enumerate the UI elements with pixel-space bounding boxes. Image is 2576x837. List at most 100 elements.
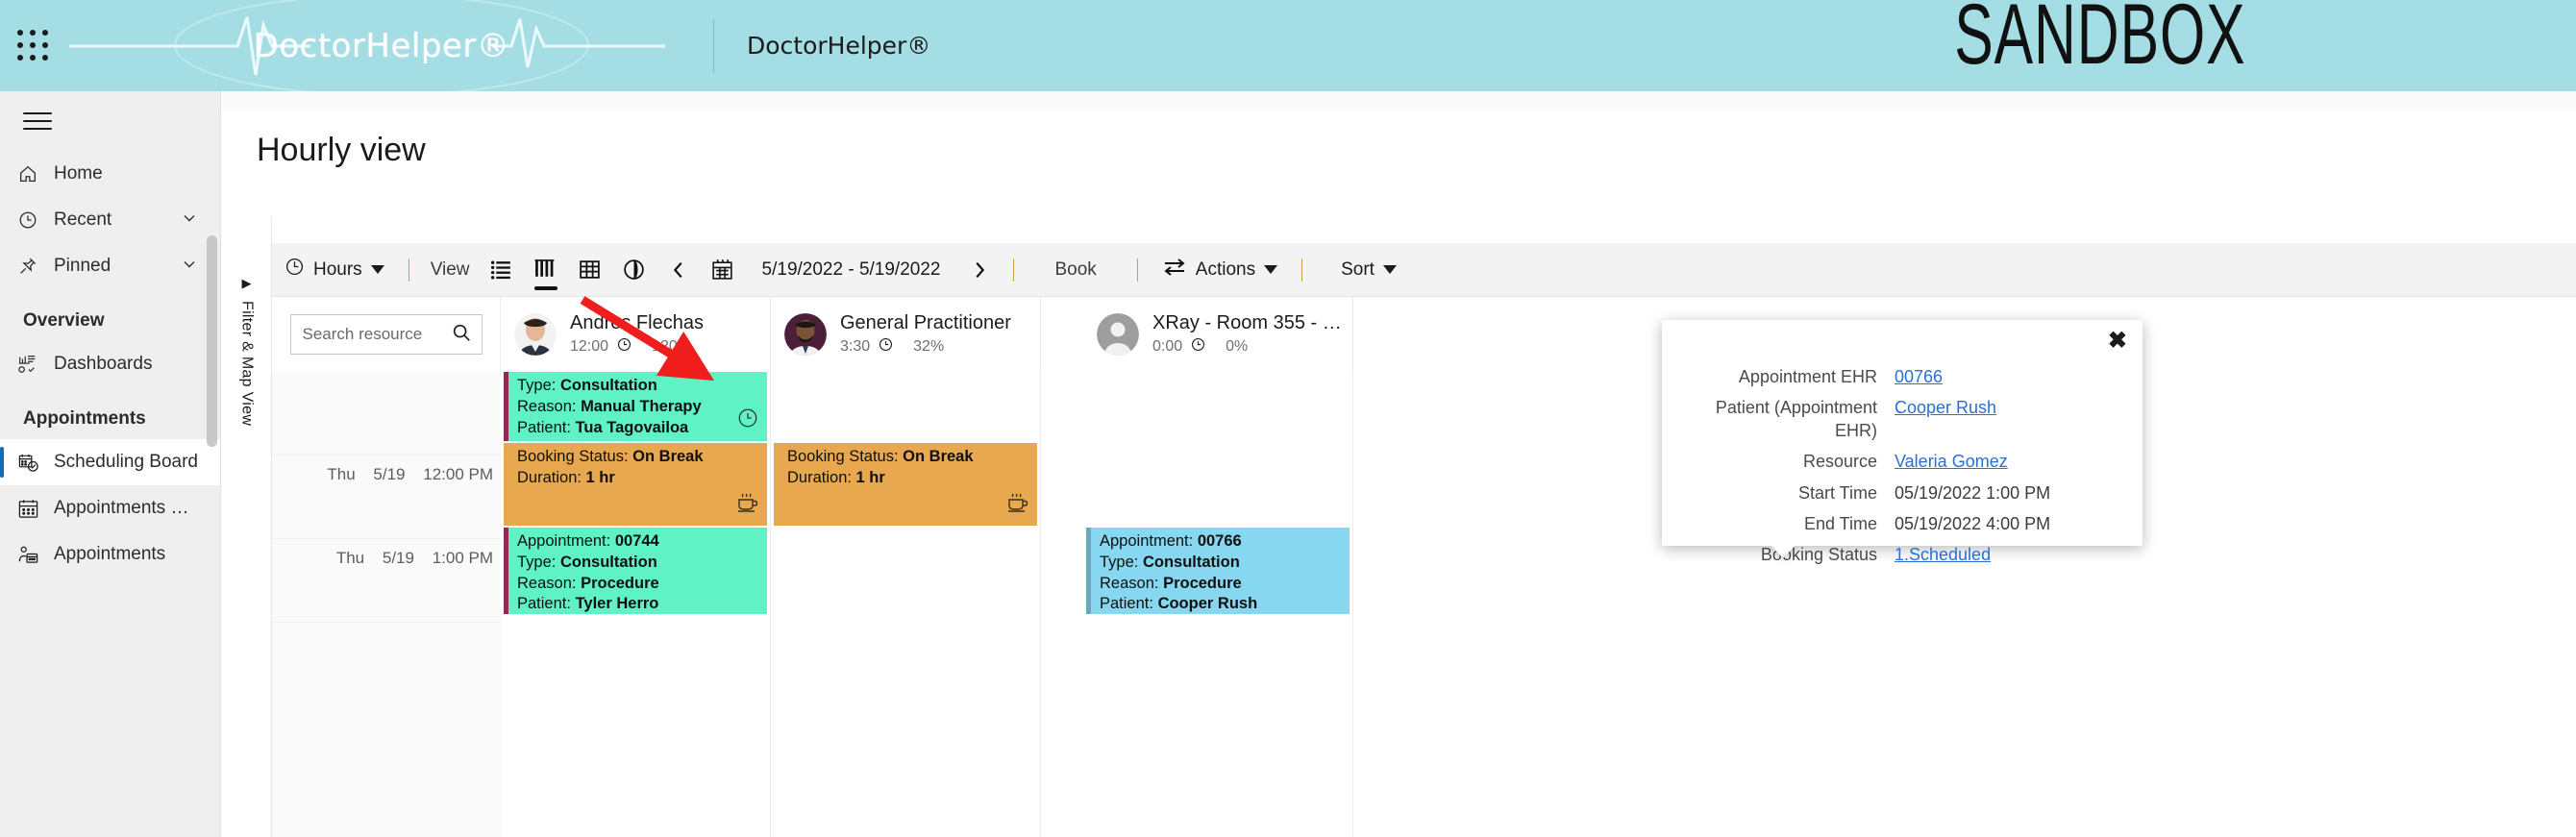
- resource-lane[interactable]: Booking Status: On Break Duration: 1 hr: [771, 372, 1041, 837]
- resource-hours: 0:00: [1152, 338, 1183, 355]
- resource-hours: 3:30: [840, 338, 871, 355]
- filter-map-view-rail[interactable]: ▶ Filter & Map View: [207, 216, 272, 837]
- logo-text: DoctorHelper®: [253, 26, 510, 65]
- chevron-down-icon[interactable]: [180, 255, 199, 279]
- time-row: [272, 372, 501, 455]
- close-icon[interactable]: ✖: [2108, 330, 2127, 353]
- sidebar-item-appointments-board[interactable]: Appointments Bo...: [0, 485, 220, 531]
- appt-line-value: 1 hr: [855, 468, 885, 486]
- resource-hours: 12:00: [570, 338, 609, 355]
- app-header: DoctorHelper® DoctorHelper® SANDBOX: [0, 0, 2576, 91]
- resource-lane[interactable]: Appointment: 00766 Type: Consultation Re…: [1083, 372, 1353, 837]
- appt-line-label: Booking Status:: [787, 448, 899, 465]
- popup-row: Resource Valeria Gomez: [1672, 451, 2125, 473]
- chevron-down-icon[interactable]: [370, 265, 384, 274]
- search-icon[interactable]: [451, 322, 472, 348]
- appointment-detail-popup: ✖ Appointment EHR 00766 Patient (Appoint…: [1662, 320, 2143, 564]
- popup-row-value[interactable]: 1.Scheduled: [1895, 544, 1991, 566]
- grid-view-icon[interactable]: [568, 243, 612, 296]
- page-title: Hourly view: [257, 132, 426, 168]
- next-date-button[interactable]: [957, 243, 1002, 296]
- patient-link[interactable]: Cooper Rush: [1895, 398, 1996, 417]
- appt-line-value: Cooper Rush: [1157, 595, 1258, 613]
- search-input-wrapper[interactable]: [289, 314, 483, 355]
- calendar-check-icon: [17, 452, 50, 474]
- time-row-date: 5/19: [373, 465, 406, 483]
- popup-row-value[interactable]: Cooper Rush: [1895, 397, 1996, 442]
- appointment-block[interactable]: Booking Status: On Break Duration: 1 hr: [774, 443, 1037, 526]
- triangle-right-icon[interactable]: ▶: [242, 276, 252, 291]
- map-view-icon[interactable]: [612, 243, 656, 296]
- person-calendar-icon: [17, 544, 50, 566]
- appointment-block[interactable]: Appointment: 00744 Type: Consultation Re…: [504, 528, 767, 614]
- actions-dropdown[interactable]: Actions: [1150, 243, 1290, 296]
- sidebar-item-label: Scheduling Board: [54, 452, 198, 472]
- popup-row-value[interactable]: Valeria Gomez: [1895, 451, 2008, 473]
- time-row-time: 12:00 PM: [423, 465, 493, 483]
- search-input[interactable]: [302, 325, 451, 344]
- appt-line-label: Patient:: [517, 595, 571, 613]
- time-row: Thu 5/19 1:00 PM: [272, 539, 501, 623]
- time-row: Thu 5/19 12:00 PM: [272, 455, 501, 539]
- popup-row-label: End Time: [1803, 513, 1877, 533]
- appt-line-value: Consultation: [1142, 553, 1240, 571]
- hourly-view-icon[interactable]: [524, 243, 568, 296]
- view-label: View: [430, 258, 470, 280]
- appt-line-value: Consultation: [559, 377, 657, 394]
- placeholder-person-icon: [1097, 313, 1139, 356]
- sidebar: Home Recent Pinned Overview Dashboards A…: [0, 91, 221, 837]
- appointment-ehr-link[interactable]: 00766: [1895, 367, 1943, 386]
- date-range-label: 5/19/2022 - 5/19/2022: [761, 258, 941, 280]
- chevron-down-icon[interactable]: [1382, 265, 1397, 274]
- clock-icon: [17, 209, 50, 231]
- resource-column-header[interactable]: General Practitioner 3:30 32%: [771, 297, 1041, 372]
- book-button[interactable]: Book: [1026, 259, 1125, 281]
- time-row-date: 5/19: [382, 549, 414, 567]
- doctorhelper-logo[interactable]: DoctorHelper®: [60, 0, 704, 91]
- appointment-block[interactable]: Booking Status: On Break Duration: 1 hr: [504, 443, 767, 526]
- hamburger-icon[interactable]: [23, 112, 52, 130]
- chevron-down-icon[interactable]: [1264, 265, 1278, 274]
- sidebar-item-dashboards[interactable]: Dashboards: [0, 341, 220, 387]
- appointment-block-selected[interactable]: Appointment: 00766 Type: Consultation Re…: [1086, 528, 1350, 614]
- hours-dropdown[interactable]: Hours: [272, 243, 397, 296]
- booking-status-link[interactable]: 1.Scheduled: [1895, 545, 1991, 564]
- sort-label: Sort: [1341, 258, 1375, 280]
- sidebar-item-recent[interactable]: Recent: [0, 197, 220, 243]
- appt-line-label: Reason:: [517, 574, 577, 592]
- pin-icon: [17, 256, 50, 277]
- sidebar-item-scheduling-board[interactable]: Scheduling Board: [0, 439, 220, 485]
- sidebar-item-pinned[interactable]: Pinned: [0, 243, 220, 289]
- time-row-day: Thu: [327, 465, 356, 483]
- appt-line-label: Encounter Alert:: [517, 439, 630, 441]
- sidebar-item-home[interactable]: Home: [0, 151, 220, 197]
- board-toolbar: Hours View 5/19/2022 - 5/19/2022 Book Ac…: [272, 243, 2576, 297]
- resource-column-header[interactable]: Andres Flechas 12:00 120%: [501, 297, 771, 372]
- appt-line-value: 1 hr: [585, 468, 615, 486]
- toolbar-divider: [1013, 258, 1015, 282]
- clock-icon: [1191, 337, 1205, 357]
- toolbar-divider: [1136, 258, 1138, 282]
- time-grid: Thu 5/19 12:00 PM Thu 5/19 1:00 PM Type:…: [272, 372, 2576, 837]
- content-top-strip: [222, 91, 2576, 111]
- vertical-scrollbar-thumb[interactable]: [207, 235, 217, 447]
- appointment-block[interactable]: Type: Consultation Reason: Manual Therap…: [504, 372, 767, 441]
- sort-dropdown[interactable]: Sort: [1314, 243, 1409, 296]
- sidebar-item-appointments[interactable]: Appointments: [0, 531, 220, 578]
- popup-row-value[interactable]: 00766: [1895, 366, 1943, 388]
- previous-date-button[interactable]: [656, 243, 701, 296]
- resource-utilization: 0%: [1226, 338, 1249, 355]
- chevron-down-icon[interactable]: [180, 209, 199, 233]
- resource-lanes: Type: Consultation Reason: Manual Therap…: [501, 372, 2576, 837]
- appt-line-label: Patient:: [517, 418, 571, 436]
- resource-lane[interactable]: Type: Consultation Reason: Manual Therap…: [501, 372, 771, 837]
- filter-rail-label: Filter & Map View: [238, 301, 256, 427]
- time-row-time: 1:00 PM: [432, 549, 493, 567]
- resource-column-header[interactable]: XRay - Room 355 - Be... 0:00 0%: [1083, 297, 1353, 372]
- app-launcher-icon[interactable]: [17, 29, 50, 62]
- coffee-cup-icon: [735, 492, 758, 520]
- appt-line-label: Patient:: [1100, 595, 1153, 613]
- calendar-icon[interactable]: [701, 243, 745, 296]
- list-view-icon[interactable]: [480, 243, 524, 296]
- resource-link[interactable]: Valeria Gomez: [1895, 452, 2008, 471]
